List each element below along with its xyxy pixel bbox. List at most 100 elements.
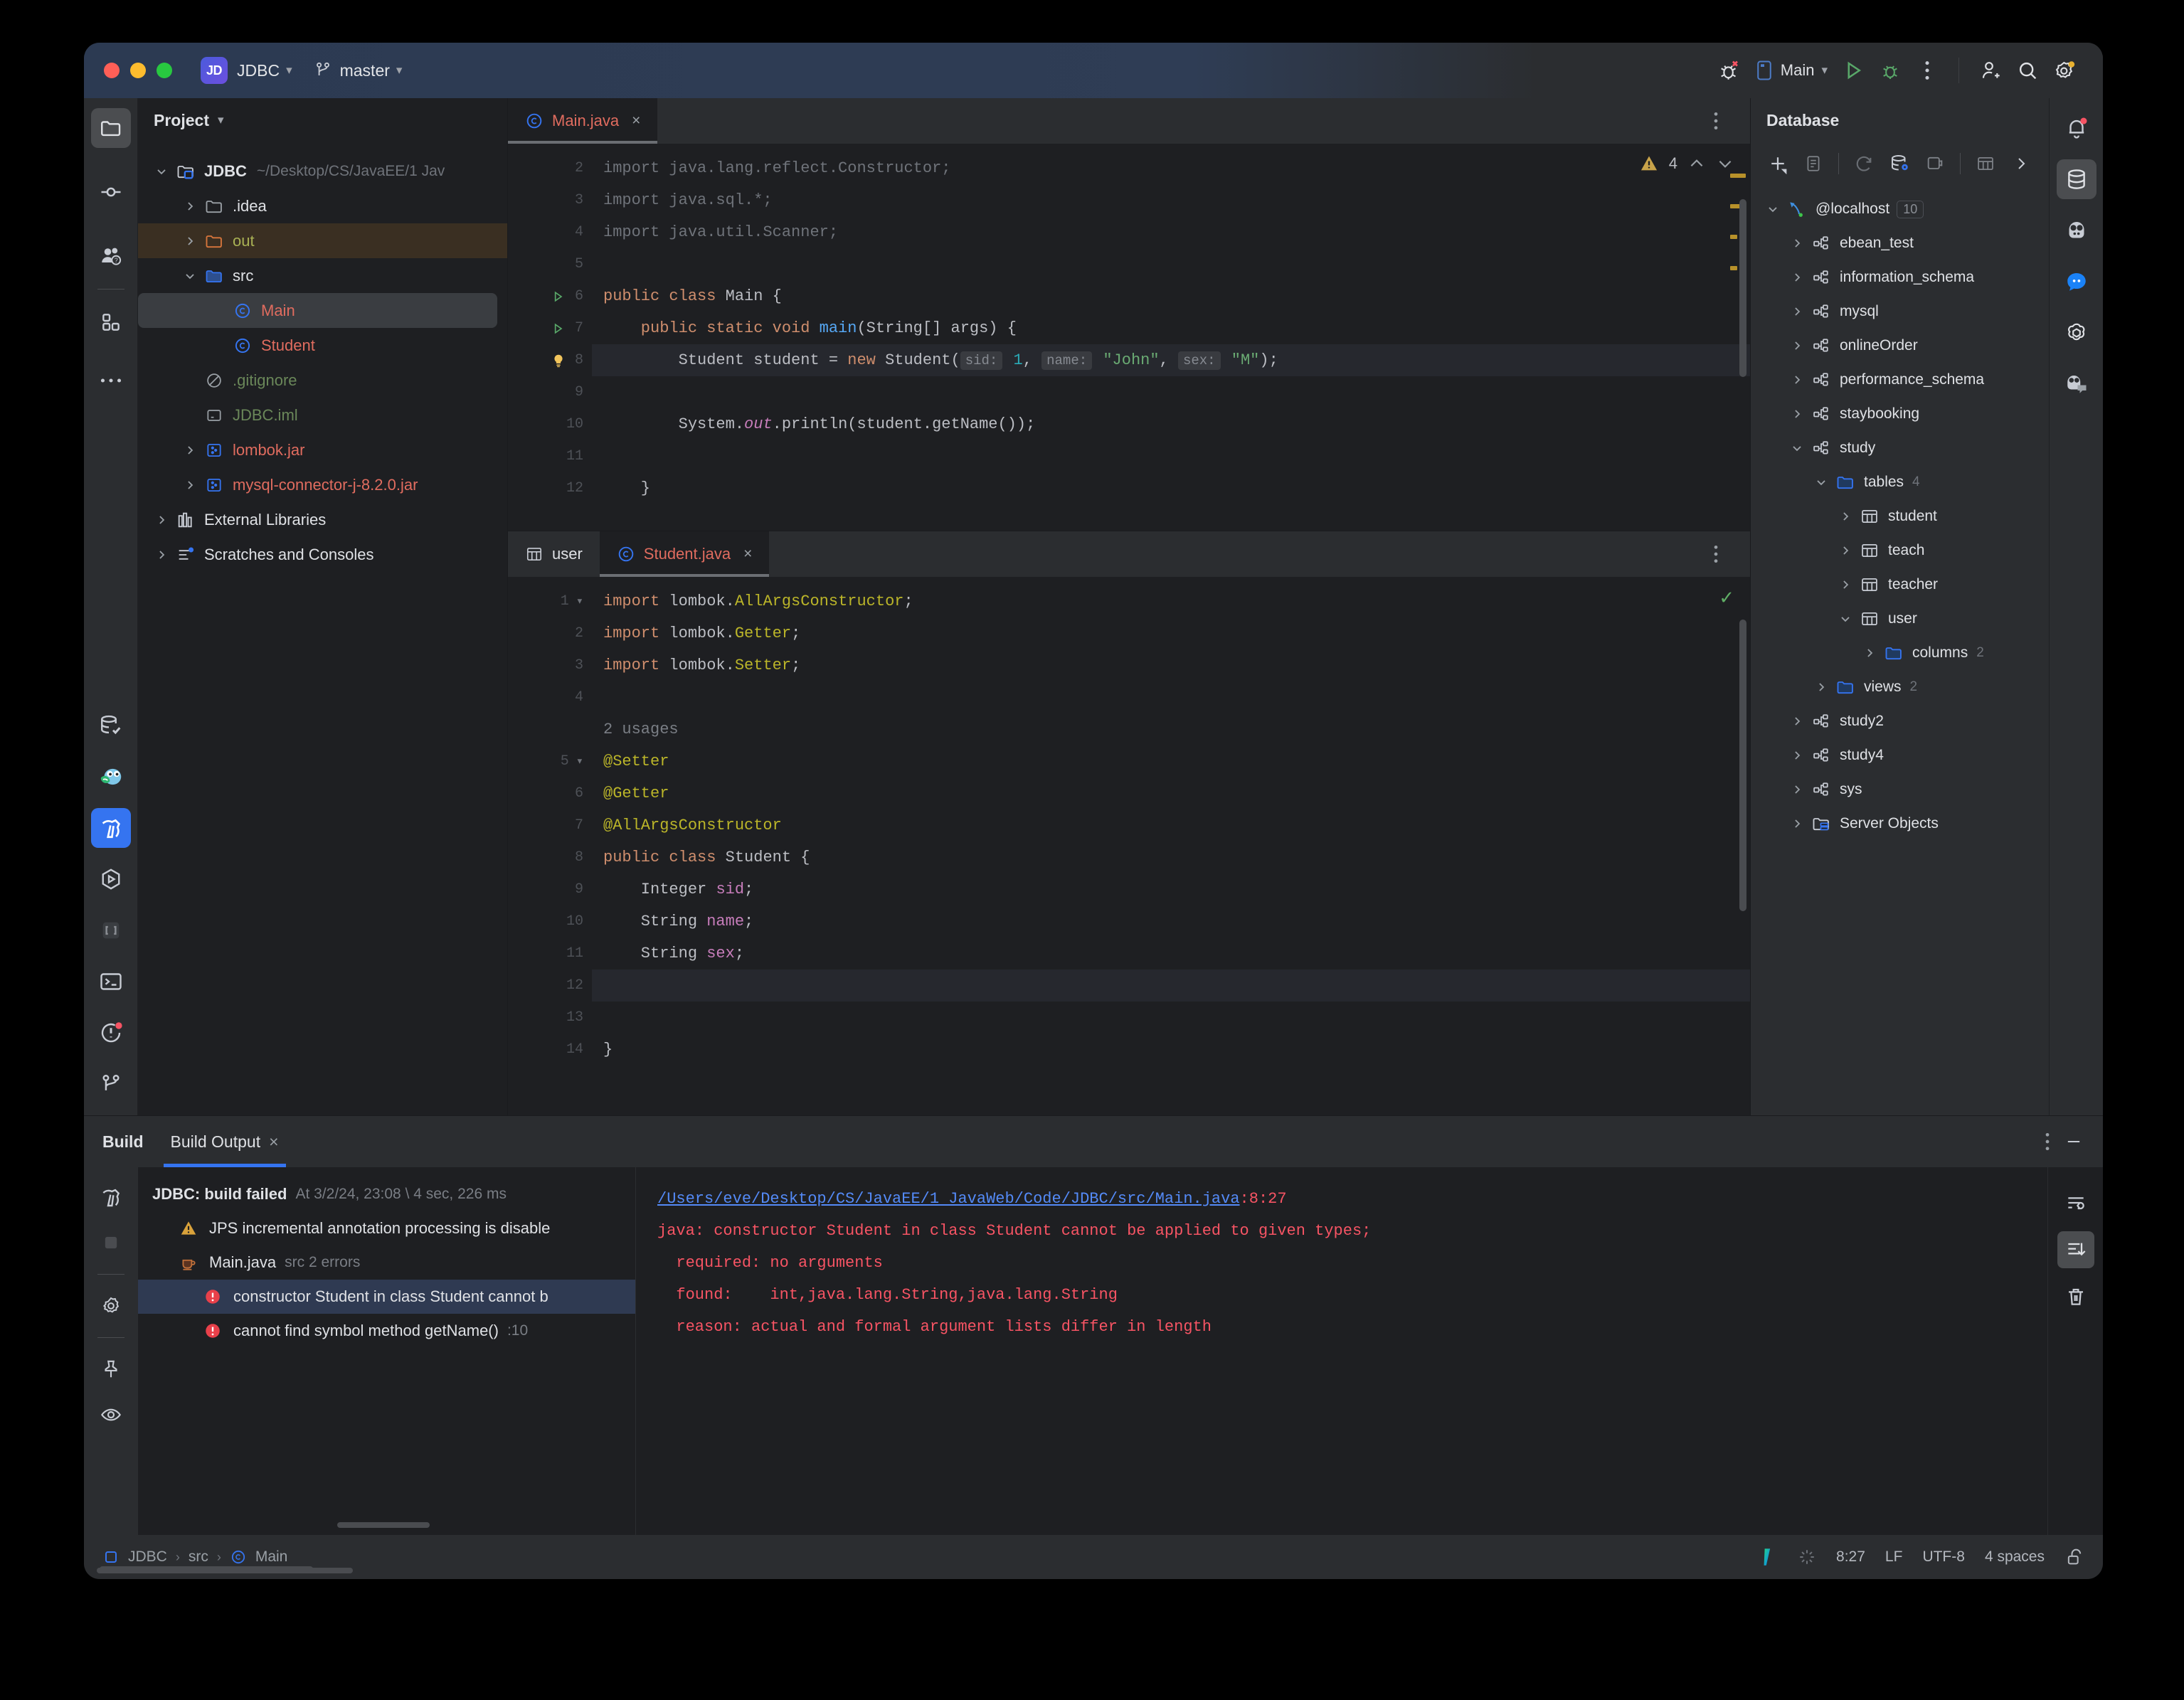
database-tree-item[interactable]: user (1751, 602, 2049, 636)
sidebar-item-terminal[interactable] (91, 962, 131, 1002)
project-name-label[interactable]: JDBC (237, 61, 280, 80)
sidebar-item-codegeex[interactable] (2057, 364, 2096, 404)
expand-arrow-icon[interactable] (1833, 612, 1857, 626)
more-horizontal-icon[interactable] (91, 361, 131, 400)
project-tree[interactable]: JDBC~/Desktop/CS/JavaEE/1 Jav.ideaoutsrc… (138, 142, 507, 1115)
database-tree-item[interactable]: study2 (1751, 704, 2049, 738)
chevron-down-icon[interactable]: ▾ (286, 63, 292, 78)
run-gutter-icon[interactable] (551, 289, 565, 304)
editor-inspection-widget-bottom[interactable]: ✓ (1719, 587, 1734, 609)
expand-arrow-icon[interactable] (1785, 817, 1809, 831)
chevron-right-icon[interactable] (2005, 148, 2037, 179)
expand-arrow-icon[interactable] (1785, 748, 1809, 763)
sidebar-item-run[interactable] (91, 859, 131, 899)
expand-arrow-icon[interactable] (149, 548, 174, 562)
build-output-console[interactable]: /Users/eve/Desktop/CS/JavaEE/1 JavaWeb/C… (636, 1167, 2047, 1535)
pin-icon[interactable] (91, 1349, 131, 1389)
disconnect-icon[interactable] (1919, 148, 1951, 179)
expand-arrow-icon[interactable] (1761, 202, 1785, 216)
project-chevron-down-icon[interactable]: ▾ (218, 113, 224, 127)
project-tree-item[interactable]: External Libraries (138, 502, 507, 537)
code-line[interactable]: String sex; (592, 937, 1750, 969)
expand-arrow-icon[interactable] (178, 478, 202, 492)
code-line[interactable] (592, 248, 1750, 280)
expand-arrow-icon[interactable] (1809, 680, 1833, 694)
database-tree-item[interactable]: columns2 (1751, 636, 2049, 670)
expand-arrow-icon[interactable] (1785, 441, 1809, 455)
database-tree-item[interactable]: staybooking (1751, 397, 2049, 431)
expand-arrow-icon[interactable] (178, 269, 202, 283)
project-tree-item[interactable]: .gitignore (138, 363, 507, 398)
expand-arrow-icon[interactable] (1785, 304, 1809, 319)
sidebar-item-version-control[interactable] (91, 1064, 131, 1104)
plus-icon[interactable] (1762, 148, 1793, 179)
code-line[interactable] (592, 681, 1750, 713)
cursor-position[interactable]: 8:27 (1836, 1548, 1865, 1566)
expand-arrow-icon[interactable] (178, 199, 202, 213)
database-tree[interactable]: @localhost10ebean_testinformation_schema… (1751, 185, 2049, 1115)
more-vertical-icon[interactable] (1697, 102, 1734, 139)
database-tree-item[interactable]: tables4 (1751, 465, 2049, 499)
database-tree-item[interactable]: onlineOrder (1751, 329, 2049, 363)
code-line[interactable]: @Setter (592, 745, 1750, 777)
expand-arrow-icon[interactable] (149, 164, 174, 179)
gear-icon[interactable] (91, 1286, 131, 1326)
sidebar-item-chatgpt[interactable] (2057, 313, 2096, 353)
indent-setting[interactable]: 4 spaces (1985, 1548, 2045, 1566)
project-tree-item[interactable]: Scratches and Consoles (138, 537, 507, 572)
code-line[interactable]: @Getter (592, 777, 1750, 809)
fold-arrow-icon[interactable]: ▾ (576, 754, 583, 769)
refresh-icon[interactable] (1848, 148, 1880, 179)
expand-arrow-icon[interactable] (1785, 714, 1809, 728)
file-encoding[interactable]: UTF-8 (1922, 1548, 1965, 1566)
sidebar-item-database-check[interactable] (91, 706, 131, 745)
more-vertical-icon[interactable] (1697, 536, 1734, 573)
sidebar-item-ai-assistant[interactable] (2057, 211, 2096, 250)
code-line[interactable]: } (592, 1034, 1750, 1066)
database-tree-item[interactable]: views2 (1751, 670, 2049, 704)
project-tree-item[interactable]: Main (138, 293, 497, 328)
database-tree-item[interactable]: study4 (1751, 738, 2049, 772)
build-messages-tree[interactable]: JDBC: build failedAt 3/2/24, 23:08 \ 4 s… (138, 1167, 636, 1535)
code-line[interactable]: import lombok.Setter; (592, 649, 1750, 681)
fold-arrow-icon[interactable]: ▾ (576, 594, 583, 609)
sidebar-item-bookmarks[interactable] (91, 910, 131, 950)
eye-icon[interactable] (91, 1395, 131, 1435)
sidebar-item-go-plugin[interactable] (91, 757, 131, 797)
sidebar-item-problems[interactable] (91, 1013, 131, 1053)
database-tree-item[interactable]: mysql (1751, 294, 2049, 329)
code-line[interactable]: public static void main(String[] args) { (592, 312, 1750, 344)
breadcrumb-item-project[interactable]: JDBC (128, 1548, 167, 1566)
code-line[interactable] (592, 969, 1750, 1002)
database-tree-item[interactable]: @localhost10 (1751, 192, 2049, 226)
breadcrumb-item-src[interactable]: src (189, 1548, 208, 1566)
run-configuration-selector[interactable]: Main ▾ (1748, 53, 1835, 87)
maximize-window-button[interactable] (157, 63, 172, 78)
sidebar-item-build[interactable] (91, 808, 131, 848)
console-icon[interactable] (1798, 148, 1829, 179)
close-icon[interactable]: × (269, 1132, 278, 1152)
table-icon[interactable] (1970, 148, 2001, 179)
build-message-row[interactable]: constructor Student in class Student can… (138, 1280, 635, 1314)
search-icon[interactable] (2009, 52, 2046, 89)
scroll-to-end-button[interactable] (2057, 1231, 2094, 1268)
unlocked-icon[interactable] (2064, 1547, 2084, 1567)
code-line[interactable]: import java.lang.reflect.Constructor; (592, 152, 1750, 184)
code-line[interactable]: @AllArgsConstructor (592, 809, 1750, 841)
run-icon[interactable] (1835, 52, 1872, 89)
build-message-row[interactable]: Main.javasrc 2 errors (138, 1245, 635, 1280)
minimize-icon[interactable] (2063, 1132, 2084, 1152)
minimize-window-button[interactable] (130, 63, 146, 78)
code-line[interactable] (592, 440, 1750, 472)
expand-arrow-icon[interactable] (1833, 578, 1857, 592)
sidebar-item-notifications[interactable] (2057, 108, 2096, 148)
tab-user-table[interactable]: user (508, 531, 600, 577)
code-line[interactable]: import lombok.Getter; (592, 617, 1750, 649)
breadcrumb-item-class[interactable]: Main (255, 1548, 288, 1566)
database-tree-item[interactable]: ebean_test (1751, 226, 2049, 260)
run-gutter-icon[interactable] (551, 322, 565, 336)
database-horizontal-scrollbar[interactable] (97, 1568, 353, 1573)
expand-arrow-icon[interactable] (1785, 236, 1809, 250)
stop-button[interactable] (91, 1223, 131, 1263)
database-tree-item[interactable]: student (1751, 499, 2049, 533)
